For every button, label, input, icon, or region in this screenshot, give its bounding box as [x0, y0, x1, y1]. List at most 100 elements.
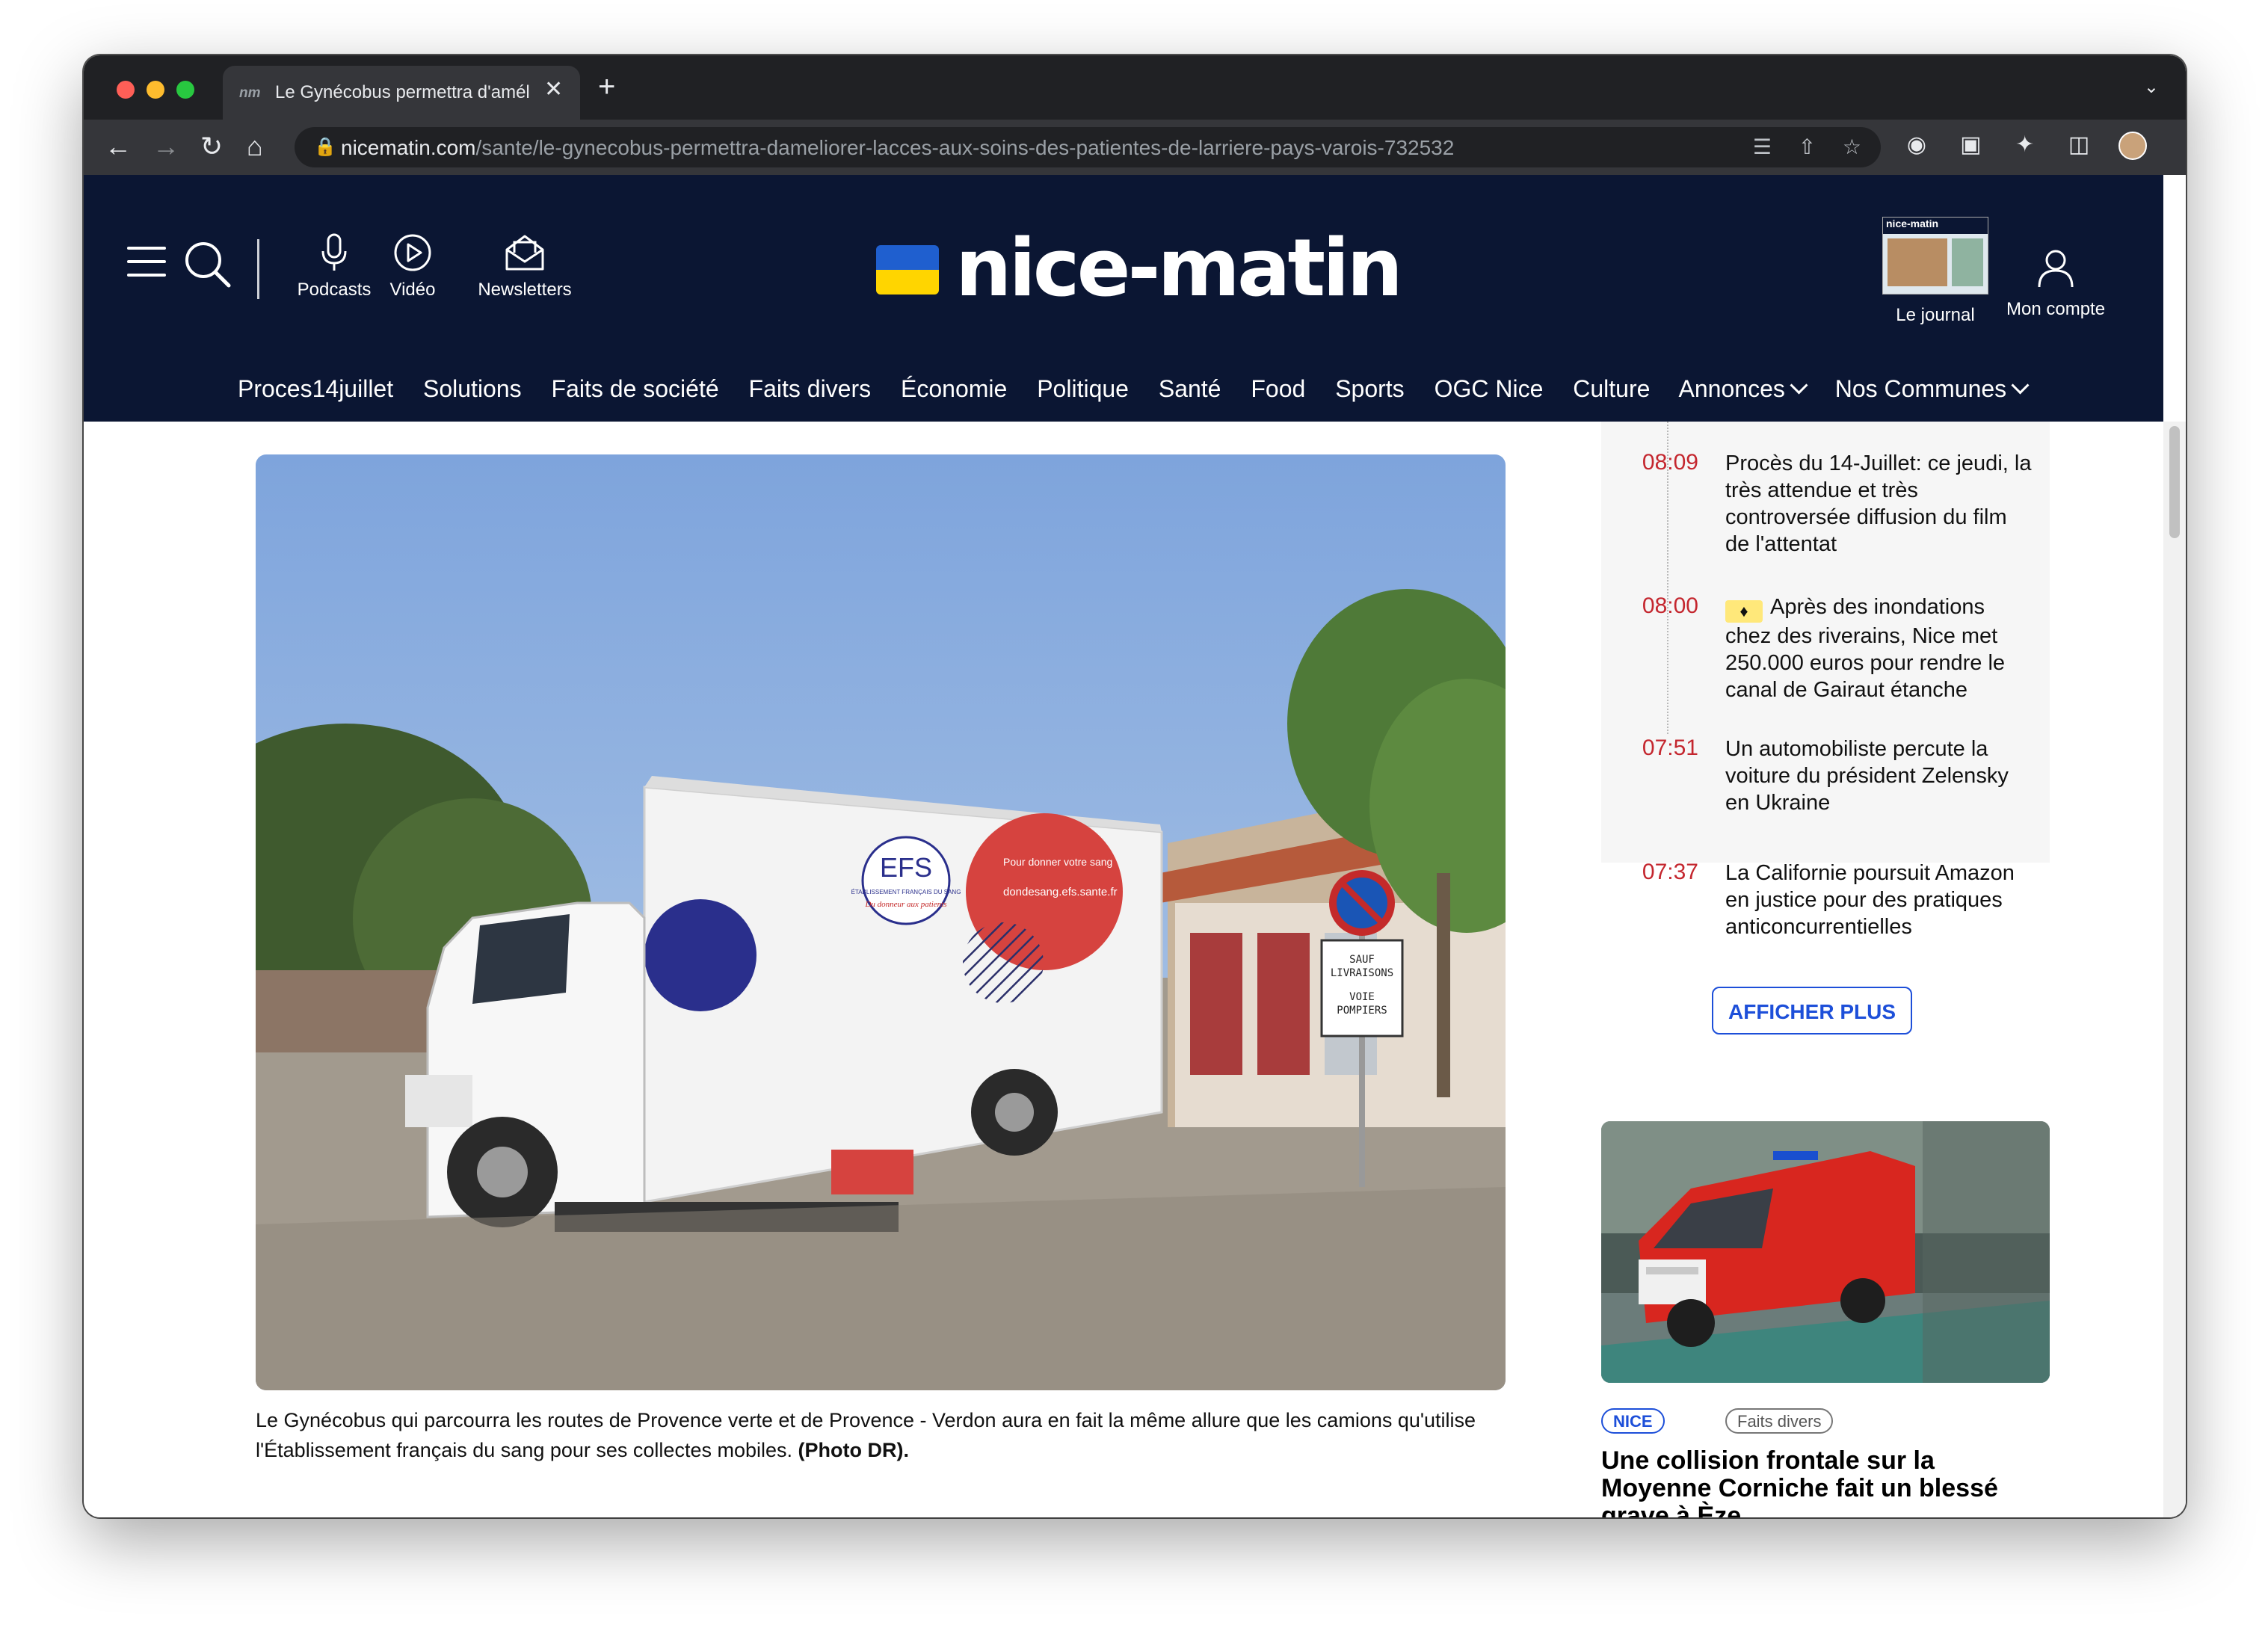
live-item-time: 08:09 — [1642, 450, 1698, 475]
nav-item-sports[interactable]: Sports — [1335, 375, 1404, 402]
podcasts-label: Podcasts — [297, 280, 372, 300]
chevron-down-icon — [2011, 376, 2030, 395]
puzzle-extensions-icon[interactable]: ✦ — [2001, 132, 2049, 158]
live-item-time: 07:51 — [1642, 736, 1698, 760]
nav-item-culture[interactable]: Culture — [1573, 375, 1650, 402]
svg-text:Du donneur aux patients: Du donneur aux patients — [864, 900, 946, 909]
sidepanel-icon[interactable]: ◫ — [2055, 132, 2103, 158]
main-nav: Proces14juillet Solutions Faits de socié… — [238, 375, 2050, 403]
active-tab[interactable]: nm Le Gynécobus permettra d'améliorer l'… — [223, 66, 580, 120]
browser-toolbar: ← → ↻ ⌂ 🔒 nicematin.com/sante/le-gynecob… — [84, 120, 2186, 175]
close-tab-icon[interactable]: ✕ — [544, 76, 563, 102]
video-link[interactable]: Vidéo — [383, 233, 443, 300]
article-photo: SAUF LIVRAISONS VOIE POMPIERS EFS ÉTABLI… — [256, 454, 1506, 1390]
chevron-down-icon — [1790, 376, 1808, 395]
svg-text:dondesang.efs.sante.fr: dondesang.efs.sante.fr — [1003, 886, 1118, 898]
tab-search-chevron-icon[interactable]: ⌄ — [2144, 76, 2159, 98]
live-item-text[interactable]: Procès du 14-Juillet: ce jeudi, la très … — [1725, 450, 2032, 558]
nav-item-politique[interactable]: Politique — [1037, 375, 1129, 402]
nav-item-faits-de-societe[interactable]: Faits de société — [552, 375, 719, 402]
tab-bar: nm Le Gynécobus permettra d'améliorer l'… — [84, 55, 2186, 120]
more-menu-icon[interactable]: ⋮ — [2163, 132, 2186, 158]
play-circle-icon — [394, 234, 431, 271]
page-scrollbar[interactable] — [2163, 422, 2186, 1517]
user-icon — [2038, 250, 2074, 288]
nav-item-economie[interactable]: Économie — [901, 375, 1007, 402]
tag-nice[interactable]: NICE — [1601, 1408, 1665, 1434]
translate-icon[interactable]: ☰ — [1753, 135, 1772, 158]
truck-photo-illustration: SAUF LIVRAISONS VOIE POMPIERS EFS ÉTABLI… — [256, 454, 1506, 1390]
show-more-button[interactable]: AFFICHER PLUS — [1712, 987, 1912, 1035]
maximize-window-button[interactable] — [176, 81, 194, 99]
profile-avatar[interactable] — [2109, 132, 2157, 161]
translate-extension-icon[interactable]: ▣ — [1947, 132, 1994, 158]
video-label: Vidéo — [389, 280, 436, 300]
premium-diamond-icon: ♦ — [1725, 600, 1763, 623]
nav-item-ogc-nice[interactable]: OGC Nice — [1435, 375, 1544, 402]
journal-label: Le journal — [1896, 305, 1975, 325]
journal-masthead: nice-matin — [1883, 218, 1988, 234]
fire-truck-photo[interactable] — [1601, 1121, 2050, 1383]
favicon-icon: nm — [239, 85, 261, 101]
svg-text:EFS: EFS — [880, 852, 932, 883]
forward-icon[interactable]: → — [152, 132, 179, 161]
address-bar[interactable]: 🔒 nicematin.com/sante/le-gynecobus-perme… — [295, 127, 1881, 167]
svg-text:POMPIERS: POMPIERS — [1337, 1005, 1387, 1017]
nav-item-annonces[interactable]: Annonces — [1679, 375, 1808, 402]
url-text: nicematin.com/sante/le-gynecobus-permett… — [341, 136, 1455, 159]
nav-item-food[interactable]: Food — [1251, 375, 1305, 402]
live-item-time: 07:37 — [1642, 860, 1698, 884]
live-item-text[interactable]: Un automobiliste percute la voiture du p… — [1725, 736, 2032, 816]
envelope-icon — [505, 235, 544, 271]
microphone-icon — [321, 233, 347, 271]
search-icon[interactable] — [182, 239, 235, 292]
logo-text: nice-matin — [955, 222, 1403, 314]
podcasts-link[interactable]: Podcasts — [293, 233, 375, 300]
live-item-content[interactable]: ♦ Après des inondations chez des riverain… — [1725, 593, 2032, 703]
browser-window: nm Le Gynécobus permettra d'améliorer l'… — [84, 55, 2186, 1517]
home-icon[interactable]: ⌂ — [247, 132, 263, 161]
journal-cover-image: nice-matin — [1882, 217, 1988, 295]
back-icon[interactable]: ← — [105, 132, 132, 161]
live-item-time: 08:00 — [1642, 593, 1698, 618]
nav-item-solutions[interactable]: Solutions — [423, 375, 522, 402]
photo-caption: Le Gynécobus qui parcourra les routes de… — [256, 1405, 1519, 1465]
site-header: Podcasts Vidéo Newsletters nice-matin ni… — [84, 175, 2163, 422]
page-viewport: Podcasts Vidéo Newsletters nice-matin ni… — [84, 175, 2186, 1517]
globe-extension-icon[interactable]: ◉ — [1893, 132, 1941, 158]
live-item-text[interactable]: La Californie poursuit Amazon en justice… — [1725, 860, 2032, 940]
journal-link[interactable]: nice-matin Le journal — [1882, 217, 1988, 326]
caption-credit: (Photo DR). — [798, 1439, 909, 1461]
svg-text:LIVRAISONS: LIVRAISONS — [1331, 967, 1393, 979]
nav-item-proces14juillet[interactable]: Proces14juillet — [238, 375, 393, 402]
nav-item-sante[interactable]: Santé — [1159, 375, 1221, 402]
account-link[interactable]: Mon compte — [2006, 248, 2105, 320]
extensions-area: ◉ ▣ ✦ ◫ ⋮ — [1893, 132, 2186, 161]
card-headline[interactable]: Une collision frontale sur la Moyenne Co… — [1601, 1447, 2050, 1518]
account-label: Mon compte — [2006, 299, 2106, 319]
svg-text:Pour donner votre sang: Pour donner votre sang — [1003, 856, 1112, 868]
newsletters-label: Newsletters — [478, 280, 572, 300]
new-tab-button[interactable]: + — [598, 72, 615, 102]
nav-item-faits-divers[interactable]: Faits divers — [749, 375, 872, 402]
close-window-button[interactable] — [117, 81, 135, 99]
menu-hamburger-icon[interactable] — [127, 247, 166, 287]
omnibox-actions: ☰ ⇧ ☆ — [1732, 135, 1861, 159]
reload-icon[interactable]: ↻ — [200, 132, 223, 161]
live-item-text: Après des inondations chez des riverains… — [1725, 595, 2006, 702]
share-icon[interactable]: ⇧ — [1799, 135, 1816, 158]
lock-icon[interactable]: 🔒 — [314, 136, 336, 158]
fire-truck-illustration — [1601, 1121, 2050, 1383]
svg-text:ÉTABLISSEMENT FRANÇAIS DU SANG: ÉTABLISSEMENT FRANÇAIS DU SANG — [851, 889, 961, 895]
header-divider — [257, 239, 259, 299]
scrollbar-thumb[interactable] — [2169, 426, 2180, 538]
bookmark-star-icon[interactable]: ☆ — [1843, 135, 1861, 158]
ukraine-flag-icon — [876, 245, 939, 295]
svg-text:SAUF: SAUF — [1349, 954, 1375, 966]
newsletters-link[interactable]: Newsletters — [465, 233, 585, 300]
svg-text:VOIE: VOIE — [1349, 991, 1375, 1003]
tag-faits-divers[interactable]: Faits divers — [1725, 1408, 1834, 1434]
nav-item-nos-communes[interactable]: Nos Communes — [1835, 375, 2030, 402]
tab-title: Le Gynécobus permettra d'améliorer l'acc… — [275, 82, 529, 102]
minimize-window-button[interactable] — [147, 81, 164, 99]
